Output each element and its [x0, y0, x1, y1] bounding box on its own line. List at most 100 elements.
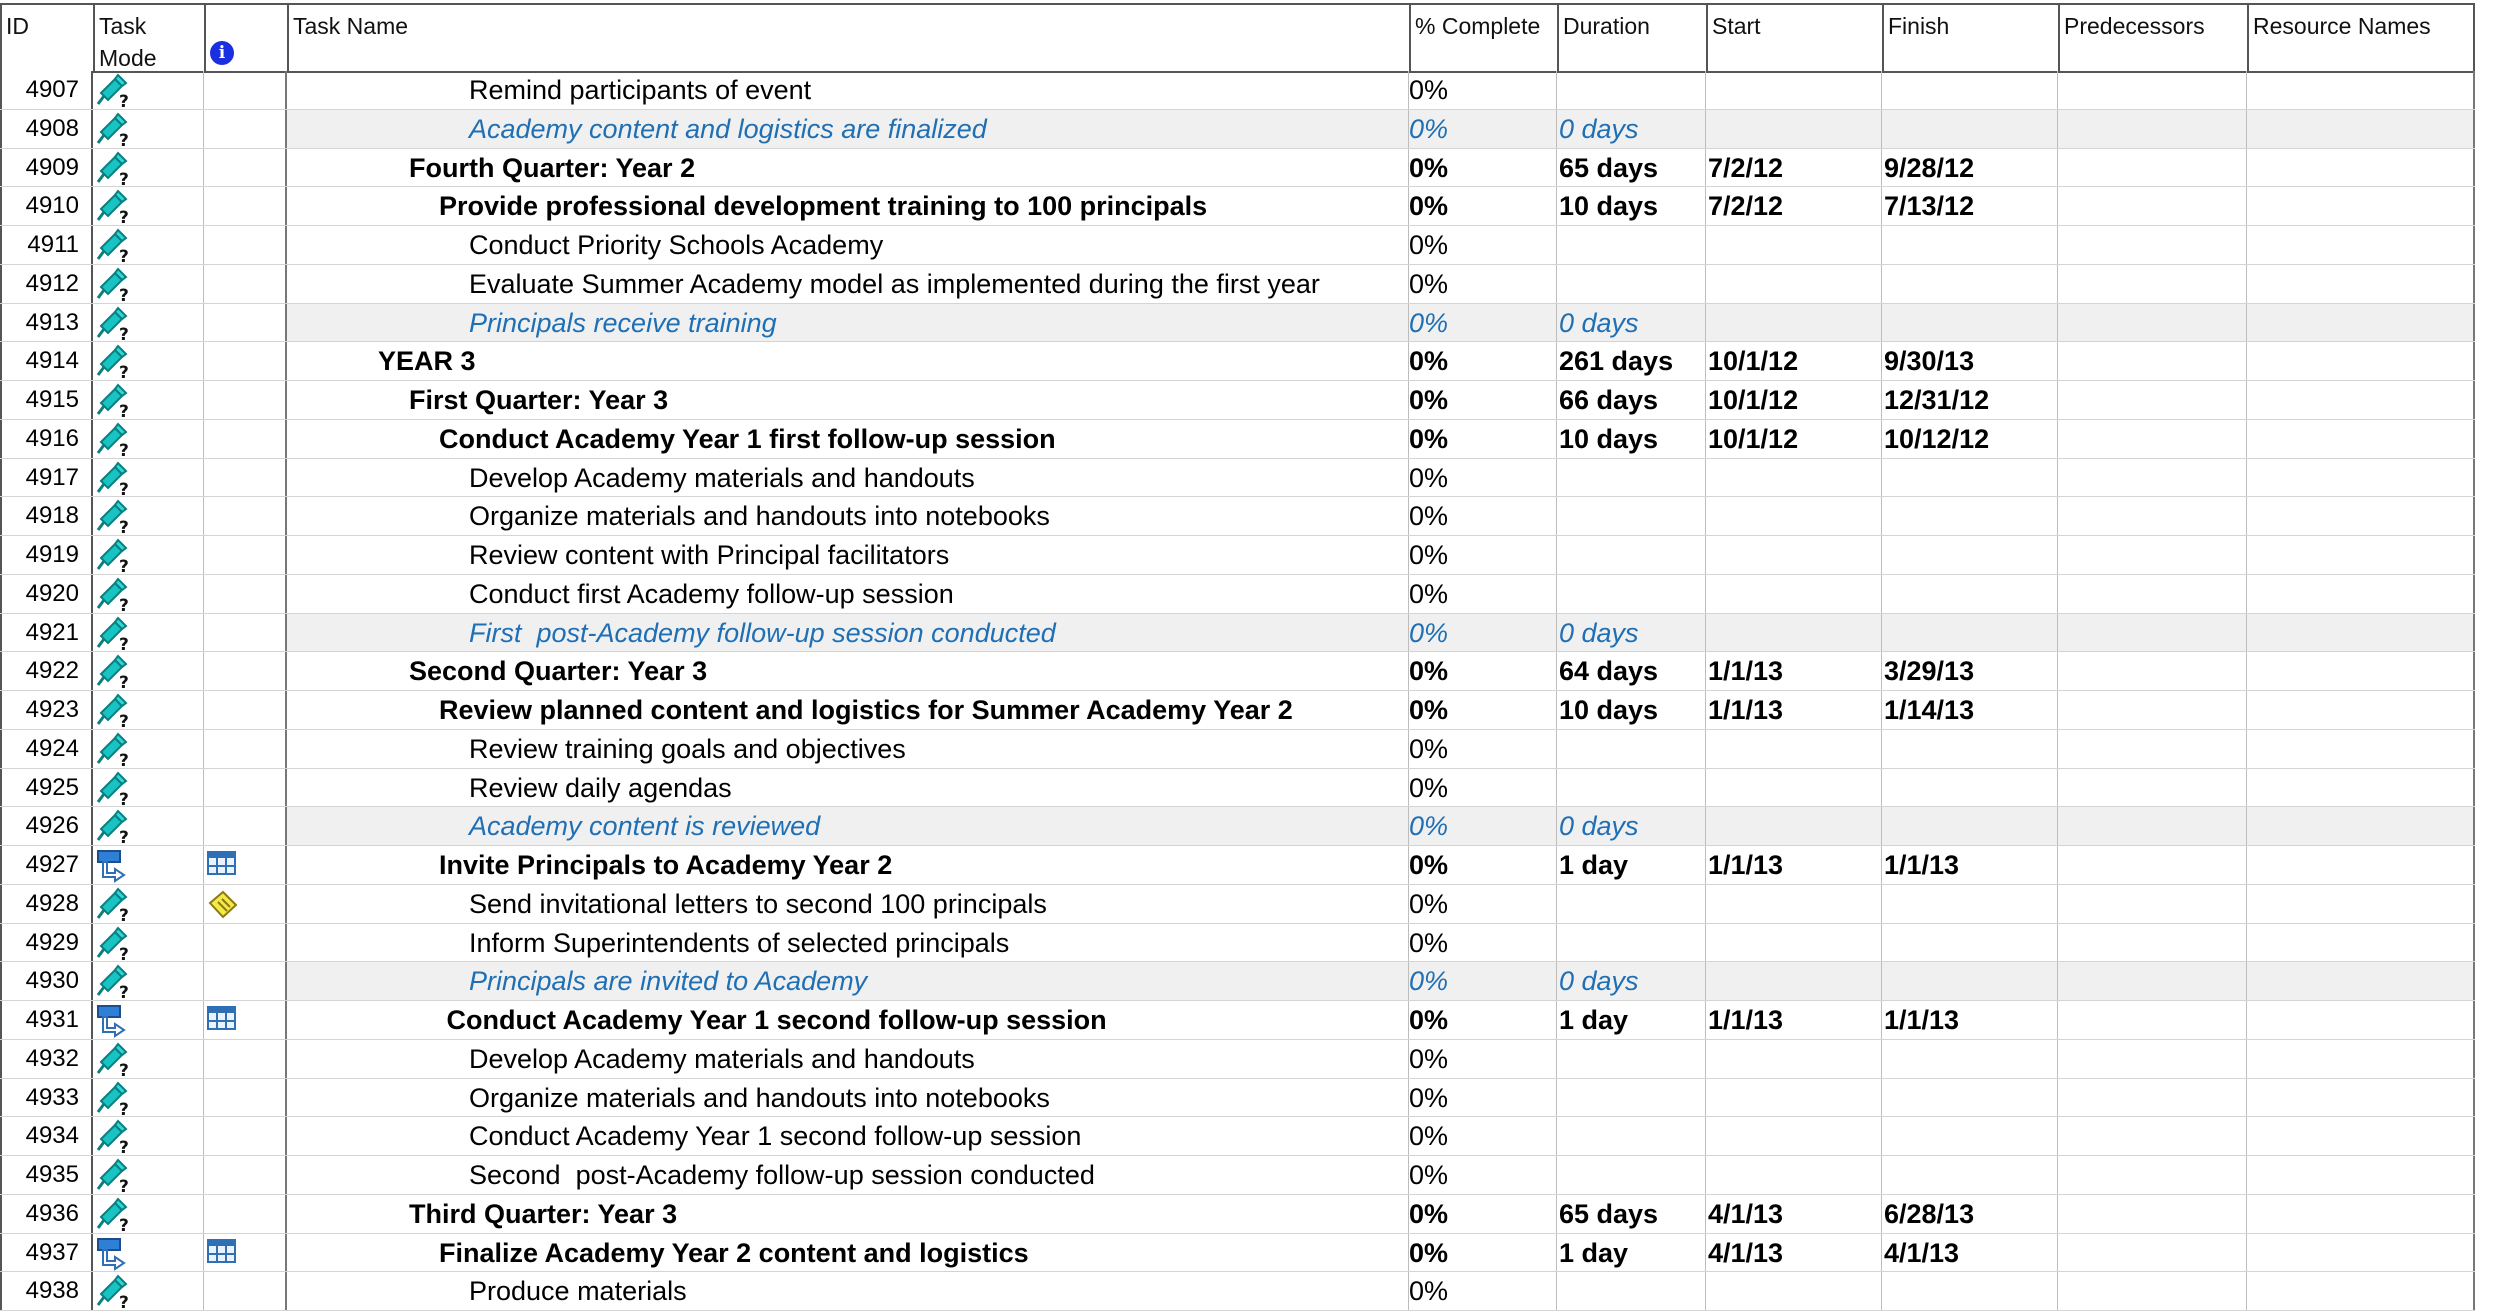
duration-cell[interactable]: 1 day [1557, 846, 1706, 884]
duration-cell[interactable] [1557, 729, 1706, 768]
percent-complete-cell[interactable]: 0% [1409, 1117, 1557, 1155]
predecessors-cell[interactable] [2058, 71, 2247, 109]
task-mode-cell[interactable]: ? [93, 536, 204, 577]
start-date-cell[interactable]: 7/2/12 [1706, 148, 1882, 187]
row-id-cell[interactable]: 4920 [0, 574, 93, 613]
percent-complete-cell[interactable]: 0% [1409, 652, 1557, 690]
task-row[interactable]: 4922? Second Quarter: Year 3 0% 64 days 1/1/… [0, 652, 2475, 693]
duration-cell[interactable]: 10 days [1557, 691, 1706, 729]
start-date-cell[interactable] [1706, 303, 1882, 342]
predecessors-cell[interactable] [2058, 1194, 2247, 1233]
finish-date-cell[interactable] [1882, 536, 2058, 574]
start-date-cell[interactable] [1706, 1156, 1882, 1194]
duration-cell[interactable] [1557, 226, 1706, 264]
column-header-finish[interactable]: Finish [1882, 5, 2058, 71]
duration-cell[interactable] [1557, 497, 1706, 535]
percent-complete-cell[interactable]: 0% [1409, 691, 1557, 729]
task-row[interactable]: 4909? Fourth Quarter: Year 2 0% 65 days 7/2/… [0, 148, 2475, 190]
task-mode-cell[interactable]: ? [93, 807, 204, 848]
start-date-cell[interactable] [1706, 729, 1882, 768]
finish-date-cell[interactable]: 6/28/13 [1882, 1194, 2058, 1233]
task-row[interactable]: 4934? Conduct Academy Year 1 second follo… [0, 1117, 2475, 1158]
task-name-cell[interactable]: Third Quarter: Year 3 [287, 1194, 1409, 1233]
row-id-cell[interactable]: 4919 [0, 536, 93, 574]
indicator-cell[interactable] [204, 962, 287, 1000]
finish-date-cell[interactable] [1882, 264, 2058, 303]
task-row[interactable]: 4932? Develop Academy materials and hando… [0, 1039, 2475, 1081]
task-name-cell[interactable]: Second Quarter: Year 3 [287, 652, 1409, 690]
resource-names-cell[interactable] [2247, 1194, 2475, 1233]
task-row[interactable]: 4914? YEAR 3 0% 261 days 10/1/12 9/30/13 [0, 342, 2475, 383]
indicator-cell[interactable] [204, 768, 287, 807]
resource-names-cell[interactable] [2247, 1039, 2475, 1078]
task-row[interactable]: 4927 Invite Principals to Academy Year 2 0… [0, 846, 2475, 885]
row-id-cell[interactable]: 4938 [0, 1272, 93, 1310]
column-header-percent-complete[interactable]: % Complete [1409, 5, 1557, 71]
column-header-indicators[interactable]: i [204, 5, 287, 71]
finish-date-cell[interactable] [1882, 109, 2058, 148]
predecessors-cell[interactable] [2058, 652, 2247, 690]
percent-complete-cell[interactable]: 0% [1409, 1194, 1557, 1233]
task-mode-cell[interactable]: ? [93, 884, 204, 926]
start-date-cell[interactable]: 1/1/13 [1706, 1001, 1882, 1039]
finish-date-cell[interactable] [1882, 807, 2058, 845]
task-row[interactable]: 4937 Finalize Academy Year 2 content and … [0, 1233, 2475, 1273]
task-row[interactable]: 4920? Conduct first Academy follow-up ses… [0, 574, 2475, 616]
indicator-cell[interactable] [204, 923, 287, 962]
finish-date-cell[interactable] [1882, 71, 2058, 109]
duration-cell[interactable]: 0 days [1557, 303, 1706, 342]
duration-cell[interactable] [1557, 923, 1706, 962]
task-row[interactable]: 4916? Conduct Academy Year 1 first follow… [0, 419, 2475, 461]
task-mode-cell[interactable]: ? [93, 1156, 204, 1197]
milestone-row[interactable]: 4913? Principals receive training 0% 0 days [0, 303, 2475, 345]
resource-names-cell[interactable] [2247, 1156, 2475, 1194]
task-row[interactable]: 4929? Inform Superintendents of selected … [0, 923, 2475, 965]
note-indicator-icon[interactable] [207, 890, 239, 925]
predecessors-cell[interactable] [2058, 846, 2247, 884]
indicator-cell[interactable] [204, 1039, 287, 1078]
predecessors-cell[interactable] [2058, 729, 2247, 768]
task-row[interactable]: 4933? Organize materials and handouts int… [0, 1078, 2475, 1120]
indicator-cell[interactable] [204, 846, 287, 884]
indicator-cell[interactable] [204, 148, 287, 187]
predecessors-cell[interactable] [2058, 613, 2247, 652]
resource-names-cell[interactable] [2247, 691, 2475, 729]
indicator-cell[interactable] [204, 1001, 287, 1039]
percent-complete-cell[interactable]: 0% [1409, 1233, 1557, 1272]
task-row[interactable]: 4935? Second post-Academy follow-up sessi… [0, 1156, 2475, 1197]
task-name-cell[interactable]: Conduct Academy Year 1 second follow-up … [287, 1001, 1409, 1039]
start-date-cell[interactable] [1706, 536, 1882, 574]
start-date-cell[interactable] [1706, 1117, 1882, 1155]
finish-date-cell[interactable] [1882, 768, 2058, 807]
predecessors-cell[interactable] [2058, 768, 2247, 807]
indicator-cell[interactable] [204, 71, 287, 109]
task-name-cell[interactable]: First post-Academy follow-up session con… [287, 613, 1409, 652]
start-date-cell[interactable] [1706, 1039, 1882, 1078]
predecessors-cell[interactable] [2058, 497, 2247, 535]
task-row[interactable]: 4910? Provide professional development tr… [0, 187, 2475, 228]
duration-cell[interactable]: 65 days [1557, 148, 1706, 187]
row-id-cell[interactable]: 4936 [0, 1194, 93, 1233]
row-id-cell[interactable]: 4928 [0, 884, 93, 923]
start-date-cell[interactable]: 10/1/12 [1706, 381, 1882, 419]
start-date-cell[interactable] [1706, 613, 1882, 652]
predecessors-cell[interactable] [2058, 148, 2247, 187]
resource-names-cell[interactable] [2247, 923, 2475, 962]
predecessors-cell[interactable] [2058, 1233, 2247, 1272]
predecessors-cell[interactable] [2058, 536, 2247, 574]
row-id-cell[interactable]: 4935 [0, 1156, 93, 1194]
task-name-cell[interactable]: Review training goals and objectives [287, 729, 1409, 768]
task-row[interactable]: 4924? Review training goals and objective… [0, 729, 2475, 771]
start-date-cell[interactable] [1706, 71, 1882, 109]
row-id-cell[interactable]: 4925 [0, 768, 93, 807]
calendar-indicator-icon[interactable] [207, 1006, 237, 1037]
predecessors-cell[interactable] [2058, 1272, 2247, 1310]
finish-date-cell[interactable] [1882, 729, 2058, 768]
finish-date-cell[interactable] [1882, 1078, 2058, 1117]
task-name-cell[interactable]: Principals receive training [287, 303, 1409, 342]
indicator-cell[interactable] [204, 691, 287, 729]
percent-complete-cell[interactable]: 0% [1409, 923, 1557, 962]
percent-complete-cell[interactable]: 0% [1409, 419, 1557, 458]
task-name-cell[interactable]: Develop Academy materials and handouts [287, 1039, 1409, 1078]
task-mode-cell[interactable]: ? [93, 148, 204, 190]
